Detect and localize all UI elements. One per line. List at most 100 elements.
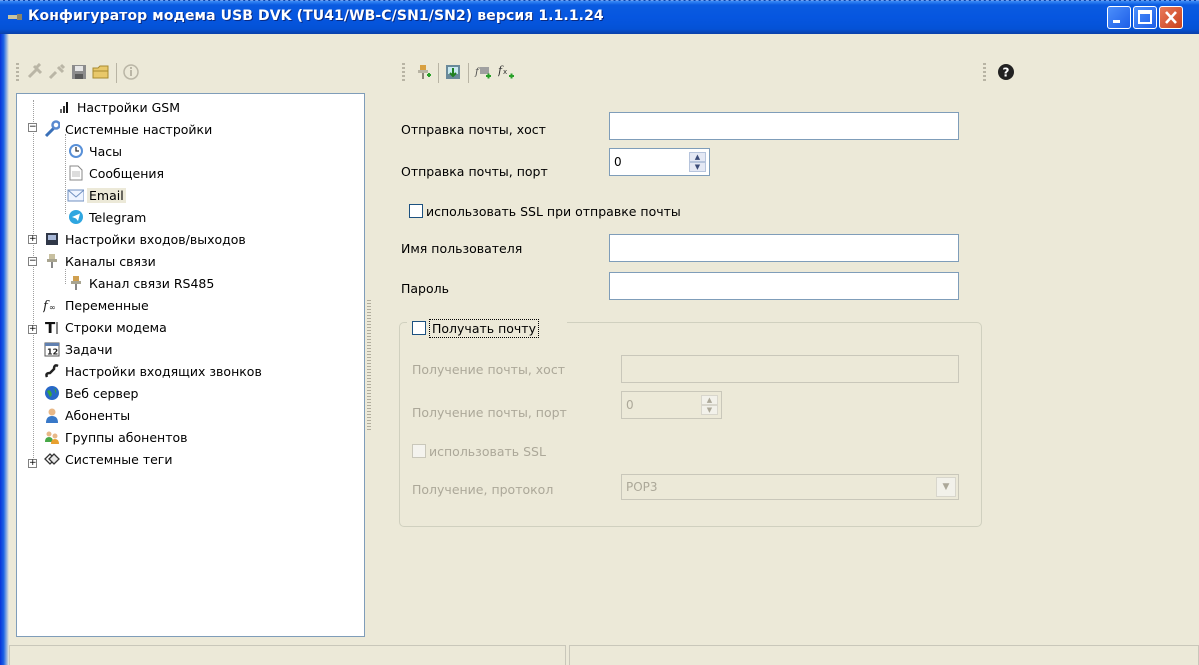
window-frame	[0, 34, 9, 665]
user-icon	[43, 407, 60, 424]
tree-item-system-tags[interactable]: Системные теги	[43, 449, 175, 469]
maximize-button[interactable]	[1133, 6, 1157, 29]
protocol-label: Получение, протокол	[412, 482, 554, 497]
add-function-button[interactable]: fx	[496, 61, 518, 83]
status-bar-right	[569, 645, 1199, 665]
minimize-button[interactable]	[1107, 6, 1131, 29]
username-input[interactable]	[609, 234, 959, 262]
tags-icon	[43, 451, 60, 468]
recv-port-spinbox[interactable]: 0 ▲ ▼	[621, 391, 722, 419]
toolbar-grip[interactable]	[983, 63, 986, 83]
help-icon: ?	[998, 64, 1014, 80]
help-button[interactable]: ?	[995, 61, 1017, 83]
password-input[interactable]	[609, 272, 959, 300]
toolbar-help: ?	[983, 57, 1043, 85]
clock-icon	[67, 143, 84, 160]
tree-item-telegram[interactable]: Telegram	[67, 207, 148, 227]
recv-host-label: Получение почты, хост	[412, 362, 565, 377]
tree-connector	[33, 100, 34, 462]
recv-host-input[interactable]	[621, 355, 959, 383]
add-channel-button[interactable]	[412, 61, 434, 83]
toolbar-grip[interactable]	[16, 63, 19, 83]
channel-icon	[67, 275, 84, 292]
tree-item-incoming-calls[interactable]: Настройки входящих звонков	[43, 361, 264, 381]
spin-down-icon[interactable]: ▼	[701, 405, 718, 415]
disconnect-icon	[48, 63, 66, 80]
tree-connector	[65, 134, 66, 214]
variable-icon: f ∞	[43, 297, 60, 314]
panel-splitter[interactable]	[367, 300, 371, 430]
svg-text:x: x	[503, 68, 507, 76]
status-bar-left	[9, 645, 566, 665]
ssl-send-checkbox[interactable]	[409, 204, 423, 218]
tree-item-system-settings[interactable]: Системные настройки	[43, 119, 214, 139]
receive-mail-label: Получать почту	[429, 319, 539, 338]
tree-item-messages[interactable]: Сообщения	[67, 163, 166, 183]
protocol-select[interactable]: POP3 ▼	[621, 474, 959, 500]
ssl-receive-label: использовать SSL	[429, 444, 546, 459]
import-button[interactable]	[442, 61, 464, 83]
minimize-icon	[1113, 20, 1120, 23]
close-button[interactable]	[1159, 6, 1183, 29]
expand-toggle[interactable]: −	[28, 123, 37, 132]
tree-item-web-server[interactable]: Веб сервер	[43, 383, 140, 403]
tree-item-rs485[interactable]: Канал связи RS485	[67, 273, 216, 293]
ssl-receive-checkbox[interactable]	[412, 444, 426, 458]
toolbar-grip[interactable]	[402, 63, 405, 83]
ssl-send-label: использовать SSL при отправке почты	[426, 204, 681, 219]
send-host-input[interactable]	[609, 112, 959, 140]
expand-toggle[interactable]: −	[28, 257, 37, 266]
globe-icon	[43, 385, 60, 402]
add-variable-button[interactable]: f	[472, 61, 494, 83]
title-bar: Конфигуратор модема USB DVK (TU41/WB-C/S…	[0, 0, 1199, 34]
envelope-icon	[67, 187, 84, 204]
tree-item-email[interactable]: Email	[67, 185, 126, 205]
tree-item-subscribers[interactable]: Абоненты	[43, 405, 132, 425]
add-channel-icon	[418, 65, 431, 79]
toolbar-separator	[438, 63, 439, 83]
tree-item-gsm[interactable]: Настройки GSM	[55, 97, 182, 117]
add-function-icon: fx	[498, 64, 514, 79]
send-host-label: Отправка почты, хост	[401, 122, 546, 137]
tree-item-subscriber-groups[interactable]: Группы абонентов	[43, 427, 190, 447]
tree-item-modem-strings[interactable]: T Строки модема	[43, 317, 169, 337]
spin-down-icon[interactable]: ▼	[689, 162, 706, 172]
expand-toggle[interactable]: +	[28, 235, 37, 244]
open-folder-icon	[92, 65, 109, 79]
gsm-signal-icon	[55, 99, 72, 116]
open-button[interactable]	[90, 61, 112, 83]
text-icon: T	[43, 319, 60, 336]
phone-icon	[43, 363, 60, 380]
save-button[interactable]	[68, 61, 90, 83]
connect-icon	[27, 63, 43, 79]
svg-text:12: 12	[47, 348, 58, 357]
receive-mail-checkbox[interactable]	[412, 321, 426, 335]
tree-item-clock[interactable]: Часы	[67, 141, 124, 161]
send-port-spinbox[interactable]: 0 ▲ ▼	[609, 148, 710, 176]
chevron-down-icon[interactable]: ▼	[936, 477, 956, 497]
password-label: Пароль	[401, 281, 449, 296]
disconnect-button[interactable]	[46, 61, 68, 83]
tree-item-variables[interactable]: f ∞ Переменные	[43, 295, 151, 315]
telegram-icon	[67, 209, 84, 226]
tree-item-tasks[interactable]: 12 Задачи	[43, 339, 115, 359]
tree-item-io-settings[interactable]: Настройки входов/выходов	[43, 229, 248, 249]
toolbar-edit: f fx	[402, 57, 602, 85]
io-icon	[43, 231, 60, 248]
send-port-label: Отправка почты, порт	[401, 164, 548, 179]
svg-text:f: f	[474, 67, 481, 78]
info-button[interactable]	[120, 61, 142, 83]
channel-icon	[43, 253, 60, 270]
expand-toggle[interactable]: +	[28, 325, 37, 334]
settings-tree[interactable]: − + − + + Настройки GSM Системные настро…	[16, 93, 365, 637]
maximize-icon	[1138, 10, 1152, 24]
username-label: Имя пользователя	[401, 241, 523, 256]
info-icon	[123, 64, 139, 80]
spin-up-icon[interactable]: ▲	[689, 152, 706, 162]
tree-item-channels[interactable]: Каналы связи	[43, 251, 158, 271]
spin-up-icon[interactable]: ▲	[701, 395, 718, 405]
connect-button[interactable]	[24, 61, 46, 83]
expand-toggle[interactable]: +	[28, 459, 37, 468]
toolbar-file	[16, 57, 366, 85]
recv-port-label-text: Получение почты, порт	[412, 405, 567, 420]
